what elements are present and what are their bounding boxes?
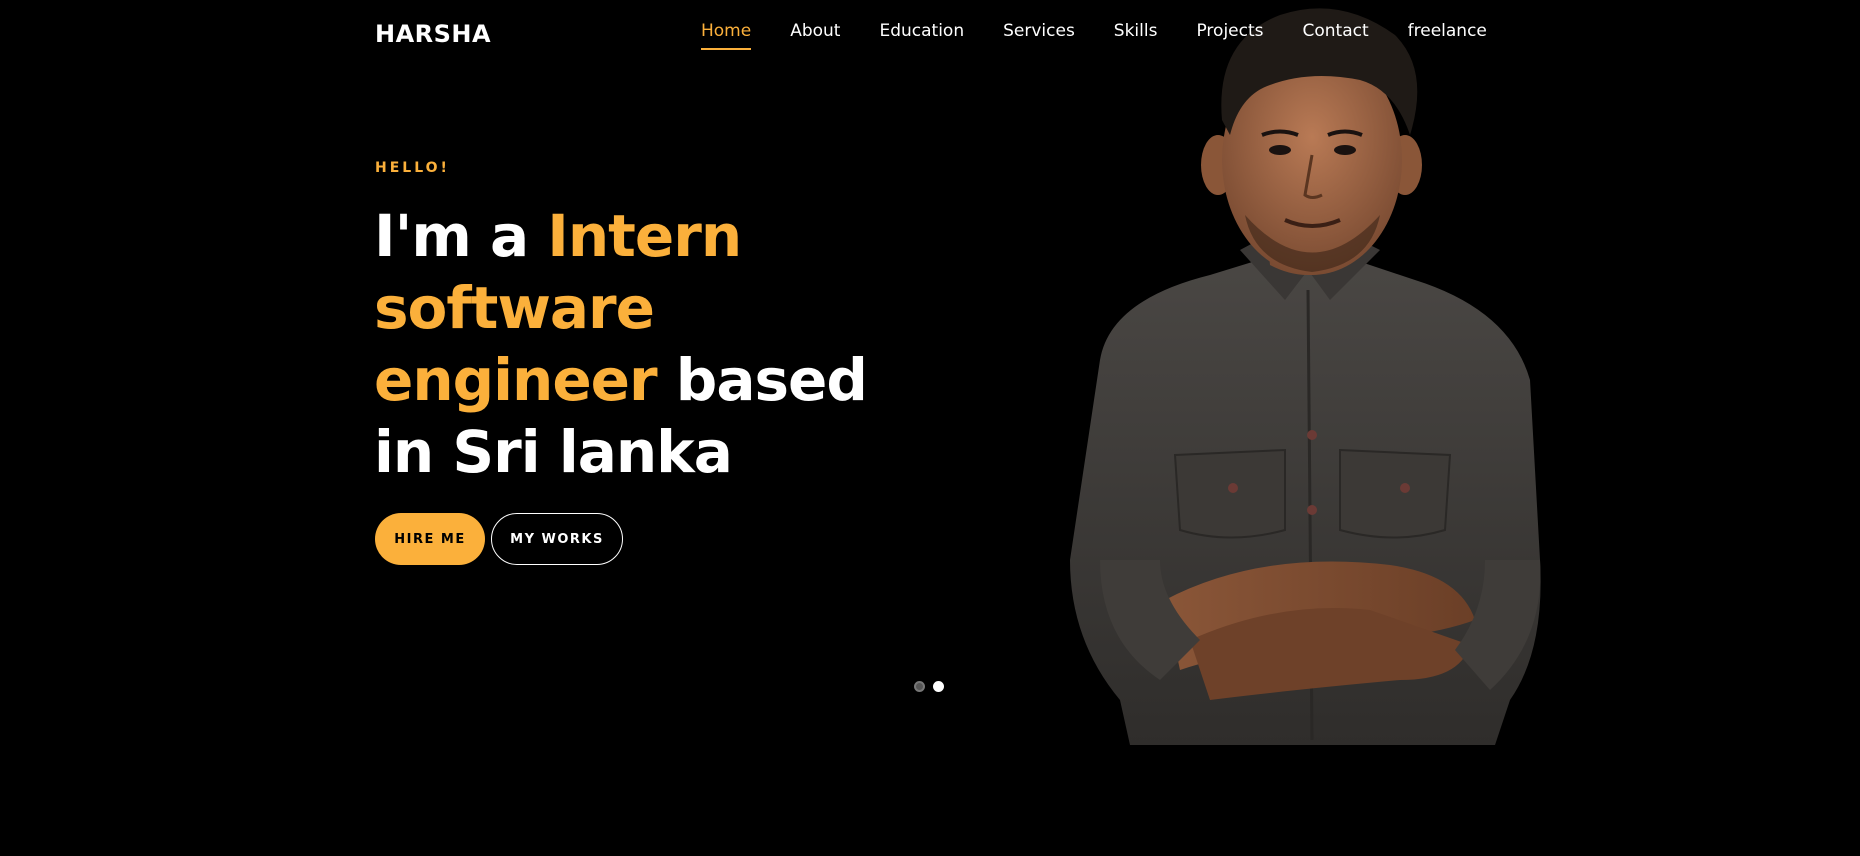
nav-contact[interactable]: Contact bbox=[1303, 20, 1369, 48]
hire-me-button[interactable]: HIRE ME bbox=[375, 513, 485, 565]
nav-projects[interactable]: Projects bbox=[1196, 20, 1263, 48]
hero-page: HARSHA Home About Education Services Ski… bbox=[0, 0, 1860, 856]
hero-headline: I'm a Intern software engineer based in … bbox=[374, 200, 914, 488]
carousel-dot-2[interactable] bbox=[933, 681, 944, 692]
nav-about[interactable]: About bbox=[790, 20, 840, 48]
headline-text-1: I'm a bbox=[374, 202, 548, 270]
nav-skills[interactable]: Skills bbox=[1114, 20, 1158, 48]
nav-home[interactable]: Home bbox=[701, 20, 752, 50]
nav-freelance[interactable]: freelance bbox=[1408, 20, 1487, 48]
nav-services[interactable]: Services bbox=[1003, 20, 1075, 48]
brand-logo[interactable]: HARSHA bbox=[375, 20, 491, 48]
hero-eyebrow: HELLO! bbox=[375, 160, 450, 176]
carousel-dots bbox=[914, 681, 944, 692]
person-portrait-icon bbox=[1070, 8, 1541, 745]
main-nav: Home About Education Services Skills Pro… bbox=[701, 20, 1487, 50]
nav-education[interactable]: Education bbox=[879, 20, 964, 48]
carousel-dot-1[interactable] bbox=[914, 681, 925, 692]
my-works-button[interactable]: MY WORKS bbox=[491, 513, 623, 565]
